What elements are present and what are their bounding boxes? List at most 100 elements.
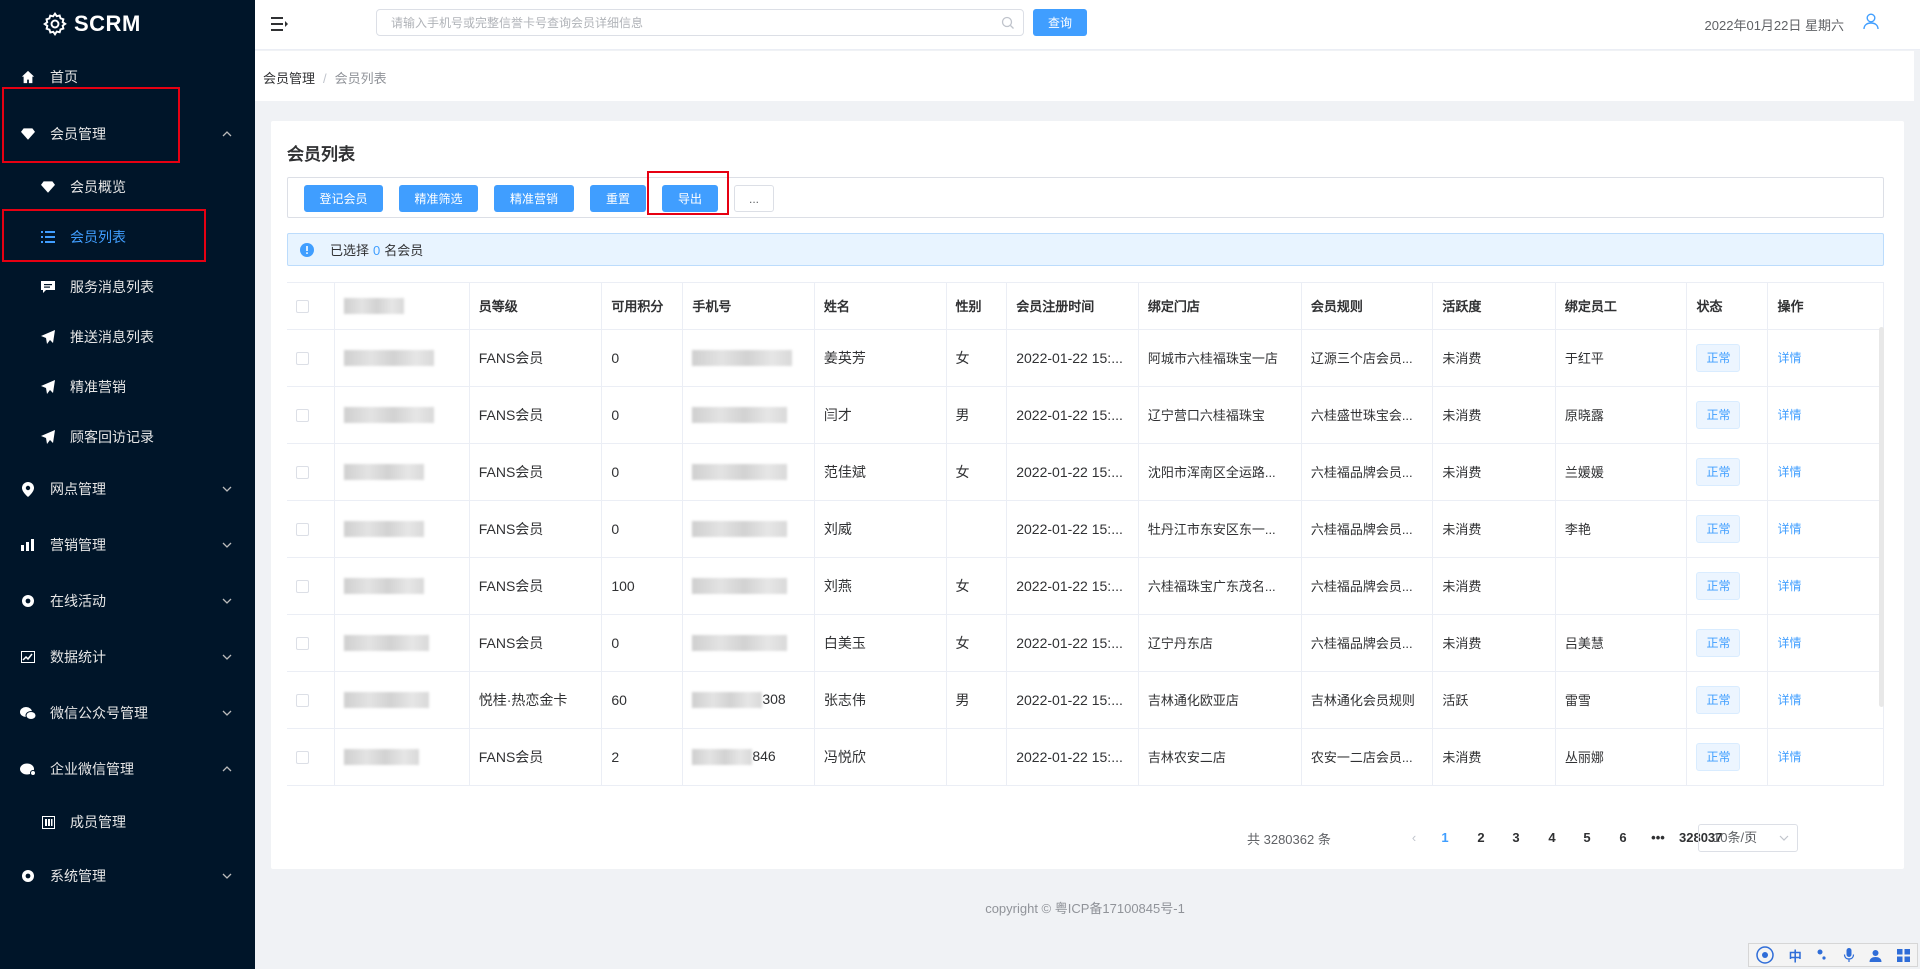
store-cell: 吉林通化欧亚店 [1138, 671, 1302, 729]
microphone-icon[interactable] [1843, 948, 1855, 962]
page-button[interactable]: 6 [1611, 826, 1635, 850]
page-button[interactable]: 4 [1540, 826, 1564, 850]
page-button[interactable]: 3 [1504, 826, 1528, 850]
page-button[interactable]: 2 [1469, 826, 1493, 850]
sidebar-item-marketing-management[interactable]: 营销管理 [0, 521, 255, 569]
redacted-card-number [344, 350, 435, 367]
page-button[interactable]: 1 [1433, 826, 1457, 850]
punctuation-icon[interactable] [1816, 948, 1828, 962]
store-cell: 辽宁丹东店 [1138, 614, 1302, 672]
table-row[interactable]: FANS会员 2 846 冯悦欣 2022-01-22 15:... 吉林农安二店 农安一二… [287, 728, 1884, 786]
status-cell: 正常 [1686, 329, 1769, 387]
sidebar-item-member-list[interactable]: 会员列表 [0, 213, 255, 261]
staff-cell: 吕美慧 [1555, 614, 1688, 672]
sidebar-item-wechat-official[interactable]: 微信公众号管理 [0, 689, 255, 737]
query-button[interactable]: 查询 [1033, 9, 1087, 36]
prev-page-button[interactable]: ‹ [1402, 826, 1426, 850]
row-checkbox[interactable] [296, 694, 309, 708]
table-row[interactable]: FANS会员 0 刘威 2022-01-22 15:... 牡丹江市东安区东一... 六桂… [287, 500, 1884, 558]
list-icon [40, 229, 56, 245]
sidebar-item-outlet-management[interactable]: 网点管理 [0, 465, 255, 513]
search-input[interactable] [377, 10, 1023, 35]
sidebar-item-member-overview[interactable]: 会员概览 [0, 163, 255, 211]
search-icon[interactable] [1001, 16, 1015, 30]
menu-toggle-icon[interactable] [271, 16, 289, 32]
bar-chart-icon [20, 537, 36, 553]
sidebar-item-online-activity[interactable]: 在线活动 [0, 577, 255, 625]
page-size-select[interactable]: 10条/页 [1698, 824, 1798, 852]
more-button[interactable]: ... [734, 185, 774, 212]
sidebar-item-member-staff[interactable]: 成员管理 [0, 798, 255, 846]
name-cell: 张志伟 [814, 671, 947, 729]
more-pages-button[interactable]: ••• [1646, 826, 1670, 850]
sidebar-item-label: 数据统计 [50, 649, 106, 665]
detail-link[interactable]: 详情 [1777, 693, 1801, 707]
sidebar-item-home[interactable]: 首页 [0, 53, 255, 101]
row-checkbox[interactable] [296, 751, 309, 765]
diamond-icon [40, 179, 56, 195]
page-title: 会员列表 [287, 145, 355, 164]
status-cell: 正常 [1686, 728, 1769, 786]
home-icon [20, 69, 36, 85]
table-row[interactable]: FANS会员 0 白美玉女 2022-01-22 15:... 辽宁丹东店 六桂福品牌会员… [287, 614, 1884, 672]
breadcrumb: 会员管理 / 会员列表 [263, 68, 387, 87]
precise-filter-button[interactable]: 精准筛选 [399, 185, 478, 212]
user-icon[interactable] [1862, 12, 1880, 30]
grid-icon[interactable] [1896, 948, 1910, 962]
register-time-cell: 2022-01-22 15:... [1006, 386, 1139, 444]
redacted-phone [692, 578, 788, 595]
row-checkbox[interactable] [296, 466, 309, 480]
sidebar-item-precision-marketing[interactable]: 精准营销 [0, 363, 255, 411]
enterprise-wechat-icon [20, 761, 36, 777]
detail-link[interactable]: 详情 [1777, 750, 1801, 764]
select-all-checkbox[interactable] [296, 300, 309, 314]
detail-link[interactable]: 详情 [1777, 636, 1801, 650]
ime-mode[interactable]: 中 [1789, 946, 1802, 965]
breadcrumb-member-management[interactable]: 会员管理 [263, 71, 315, 86]
detail-link[interactable]: 详情 [1777, 522, 1801, 536]
member-rule-cell: 六桂福品牌会员... [1301, 443, 1434, 501]
send-icon [40, 429, 56, 445]
row-checkbox[interactable] [296, 523, 309, 537]
table-row[interactable]: 悦桂·热恋金卡 60 308 张志伟男 2022-01-22 15:... 吉林通化欧亚店… [287, 671, 1884, 729]
detail-link[interactable]: 详情 [1777, 465, 1801, 479]
ime-logo-icon[interactable] [1756, 946, 1774, 964]
chevron-down-icon [222, 654, 232, 660]
page-scrollbar[interactable] [1914, 51, 1920, 969]
table-row[interactable]: FANS会员 0 范佳斌女 2022-01-22 15:... 沈阳市浑南区全运路...… [287, 443, 1884, 501]
action-cell: 详情 [1767, 557, 1884, 615]
row-checkbox[interactable] [296, 580, 309, 594]
row-checkbox[interactable] [296, 352, 309, 366]
table-scrollbar[interactable] [1879, 327, 1884, 707]
sidebar-item-push-messages[interactable]: 推送消息列表 [0, 313, 255, 361]
activity-cell: 未消费 [1432, 500, 1556, 558]
precise-marketing-button[interactable]: 精准营销 [494, 185, 574, 212]
detail-link[interactable]: 详情 [1777, 579, 1801, 593]
register-member-button[interactable]: 登记会员 [304, 185, 383, 212]
sidebar-item-system-management[interactable]: 系统管理 [0, 852, 255, 900]
reset-button[interactable]: 重置 [590, 185, 646, 212]
sidebar-item-customer-visits[interactable]: 顾客回访记录 [0, 413, 255, 461]
detail-link[interactable]: 详情 [1777, 408, 1801, 422]
table-row[interactable]: FANS会员 100 刘燕女 2022-01-22 15:... 六桂福珠宝广东茂名..… [287, 557, 1884, 615]
member-rule-cell: 六桂福品牌会员... [1301, 500, 1434, 558]
staff-cell: 李艳 [1555, 500, 1688, 558]
sidebar-item-label: 营销管理 [50, 537, 106, 553]
checkbox-cell [287, 671, 336, 729]
redacted-card-number [344, 749, 420, 766]
row-checkbox[interactable] [296, 637, 309, 651]
row-checkbox[interactable] [296, 409, 309, 423]
sidebar-item-service-messages[interactable]: 服务消息列表 [0, 263, 255, 311]
app-logo[interactable]: SCRM [0, 0, 255, 48]
sidebar-item-enterprise-wechat[interactable]: 企业微信管理 [0, 745, 255, 793]
table-row[interactable]: FANS会员 0 姜英芳女 2022-01-22 15:... 阿城市六桂福珠宝一店 辽源… [287, 329, 1884, 387]
settings-icon [20, 593, 36, 609]
gender-cell [946, 728, 1008, 786]
sidebar-item-member-management[interactable]: 会员管理 [0, 110, 255, 158]
export-button[interactable]: 导出 [662, 185, 718, 212]
table-row[interactable]: FANS会员 0 闫才男 2022-01-22 15:... 辽宁营口六桂福珠宝 六桂盛世… [287, 386, 1884, 444]
detail-link[interactable]: 详情 [1777, 351, 1801, 365]
page-button[interactable]: 5 [1575, 826, 1599, 850]
sidebar-item-data-statistics[interactable]: 数据统计 [0, 633, 255, 681]
user-icon[interactable] [1869, 949, 1882, 962]
